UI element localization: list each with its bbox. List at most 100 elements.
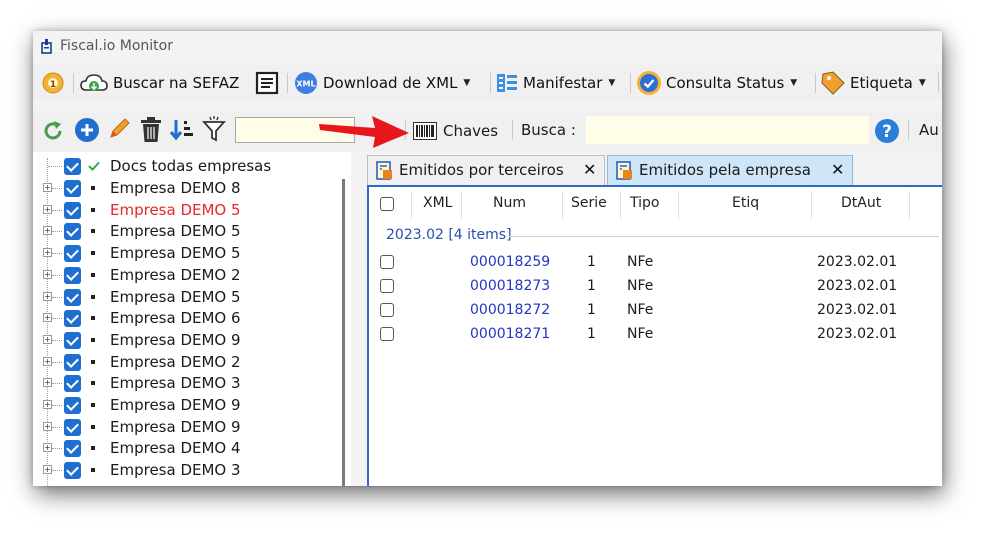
tab-emitidos-empresa[interactable]: Emitidos pela empresa ✕ [607, 155, 853, 185]
chevron-down-icon: ▼ [918, 78, 926, 88]
panel-splitter[interactable] [342, 179, 345, 486]
tree-item-checkbox[interactable] [64, 223, 81, 241]
documents-grid: XML Num Serie Tipo Etiq DtAut 2023.02 [4… [367, 185, 942, 486]
expand-icon[interactable]: + [43, 248, 52, 258]
expand-icon[interactable]: + [43, 226, 52, 236]
cell-num[interactable]: 000018272 [470, 302, 550, 318]
tree-item-checkbox[interactable] [64, 288, 81, 306]
document-list-button[interactable] [255, 70, 279, 96]
tree-item[interactable]: + Empresa DEMO 2 [33, 265, 343, 286]
tree-item[interactable]: + Empresa DEMO 5 [33, 221, 343, 242]
tree-item[interactable]: + Empresa DEMO 3 [33, 460, 343, 481]
tree-item[interactable]: + Empresa DEMO 5 [33, 243, 343, 264]
tree-item[interactable]: + Empresa DEMO 5 [33, 287, 343, 308]
sort-icon[interactable] [169, 117, 195, 143]
col-header-xml[interactable]: XML [423, 195, 452, 211]
refresh-icon[interactable] [41, 119, 65, 143]
filter-icon[interactable] [201, 116, 227, 144]
trash-icon[interactable] [139, 116, 163, 144]
tree-item[interactable]: + Empresa DEMO 5 [33, 200, 343, 221]
expand-icon[interactable]: + [43, 183, 52, 192]
tab-emitidos-terceiros[interactable]: Emitidos por terceiros ✕ [367, 155, 605, 185]
tree-item-checkbox[interactable] [64, 462, 81, 480]
tree-connector [52, 339, 62, 341]
row-checkbox[interactable] [380, 327, 394, 341]
tree-item[interactable]: + Empresa DEMO 9 [33, 395, 343, 416]
cutoff-button-label[interactable]: Au [919, 121, 939, 139]
table-row[interactable]: 000018259 1 NFe 2023.02.01 [369, 251, 939, 275]
app-logo-icon [41, 39, 52, 54]
close-icon[interactable]: ✕ [831, 160, 844, 179]
tree-item[interactable]: + Empresa DEMO 6 [33, 308, 343, 329]
tree-root-checkbox[interactable] [64, 158, 81, 175]
table-row[interactable]: 000018273 1 NFe 2023.02.01 [369, 275, 939, 299]
close-icon[interactable]: ✕ [583, 160, 596, 179]
row-checkbox[interactable] [380, 303, 394, 317]
tree-item[interactable]: + Empresa DEMO 4 [33, 438, 343, 459]
tree-item-checkbox[interactable] [64, 353, 81, 371]
tree-item-checkbox[interactable] [64, 331, 81, 349]
busca-label: Busca : [521, 121, 576, 139]
tree-item-checkbox[interactable] [64, 310, 81, 328]
tree-item-label: Empresa DEMO 5 [110, 222, 241, 241]
col-header-num[interactable]: Num [493, 195, 526, 211]
etiqueta-button[interactable]: Etiqueta ▼ [820, 70, 926, 96]
table-row[interactable]: 000018272 1 NFe 2023.02.01 [369, 299, 939, 323]
tab-label: Emitidos por terceiros [399, 161, 564, 179]
toolbar-separator [815, 73, 816, 93]
tree-item-checkbox[interactable] [64, 201, 81, 219]
tree-item-checkbox[interactable] [64, 180, 81, 197]
expand-icon[interactable]: + [43, 421, 52, 431]
expand-icon[interactable]: + [43, 313, 52, 323]
tree-item-checkbox[interactable] [64, 375, 81, 393]
tree-item-checkbox[interactable] [64, 440, 81, 458]
expand-icon[interactable]: + [43, 204, 52, 214]
expand-icon[interactable]: + [43, 378, 52, 388]
tree-root-label: Docs todas empresas [110, 157, 272, 175]
expand-icon[interactable]: + [43, 465, 52, 475]
expand-icon[interactable]: + [43, 356, 52, 366]
tree-item[interactable]: + Empresa DEMO 3 [33, 373, 343, 394]
tree-root[interactable]: Docs todas empresas [33, 156, 343, 177]
tree-item-checkbox[interactable] [64, 266, 81, 284]
col-header-serie[interactable]: Serie [571, 195, 607, 211]
bullet-icon [91, 294, 95, 299]
cell-num[interactable]: 000018271 [470, 326, 550, 342]
expand-icon[interactable]: + [43, 400, 52, 409]
tree-item[interactable]: + Empresa DEMO 9 [33, 417, 343, 438]
expand-icon[interactable]: + [43, 291, 52, 301]
manifestar-button[interactable]: Manifestar ▼ [495, 70, 615, 96]
cell-num[interactable]: 000018273 [470, 278, 550, 294]
table-row[interactable]: 000018271 1 NFe 2023.02.01 [369, 323, 939, 347]
cell-num[interactable]: 000018259 [470, 254, 550, 270]
chaves-button[interactable]: Chaves [413, 119, 498, 143]
tree-item-checkbox[interactable] [64, 397, 81, 414]
title-bar: Fiscal.io Monitor [33, 31, 942, 63]
settings-button[interactable]: 1 [41, 70, 65, 96]
tree-item-checkbox[interactable] [64, 245, 81, 263]
buscar-sefaz-button[interactable]: Buscar na SEFAZ [79, 70, 239, 96]
add-icon[interactable] [74, 117, 100, 143]
tree-item[interactable]: + Empresa DEMO 8 [33, 178, 343, 199]
row-checkbox[interactable] [380, 279, 394, 293]
col-header-dtaut[interactable]: DtAut [841, 195, 881, 211]
expand-icon[interactable]: + [43, 334, 52, 344]
group-label[interactable]: 2023.02 [4 items] [386, 227, 512, 243]
expand-icon[interactable]: + [43, 443, 52, 453]
expand-icon[interactable]: + [43, 269, 52, 279]
select-all-checkbox[interactable] [380, 197, 394, 211]
consulta-status-button[interactable]: Consulta Status ▼ [636, 70, 797, 96]
busca-input[interactable] [586, 116, 869, 144]
download-xml-button[interactable]: XML Download de XML ▼ [293, 70, 470, 96]
xml-badge-text: XML [296, 80, 315, 89]
tree-item-checkbox[interactable] [64, 418, 81, 436]
col-header-etiq[interactable]: Etiq [732, 195, 759, 211]
edit-pencil-icon[interactable] [106, 116, 132, 142]
tree-item[interactable]: + Empresa DEMO 2 [33, 352, 343, 373]
toolbar-separator [938, 73, 939, 93]
help-icon[interactable]: ? [874, 118, 900, 144]
tree-item[interactable]: + Empresa DEMO 9 [33, 330, 343, 351]
row-checkbox[interactable] [380, 255, 394, 269]
col-header-tipo[interactable]: Tipo [630, 195, 659, 211]
red-arrow-icon [319, 116, 409, 148]
